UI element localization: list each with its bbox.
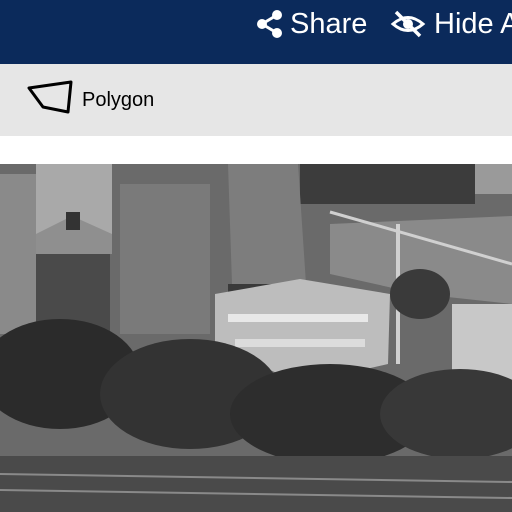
hide-button[interactable]: Hide A [390, 0, 512, 48]
toolbar: Polygon [0, 64, 512, 136]
share-icon [256, 9, 284, 39]
aerial-photo[interactable] [0, 164, 512, 512]
polygon-tool-button[interactable]: Polygon [26, 79, 155, 121]
aerial-photo-drawing [0, 164, 512, 512]
eye-slash-icon [390, 9, 426, 39]
share-label: Share [290, 7, 368, 40]
polygon-label: Polygon [82, 88, 155, 111]
hide-label: Hide A [434, 7, 512, 40]
polygon-icon [26, 79, 76, 121]
top-bar: Share Hide A [0, 0, 512, 64]
share-button[interactable]: Share [256, 0, 367, 48]
